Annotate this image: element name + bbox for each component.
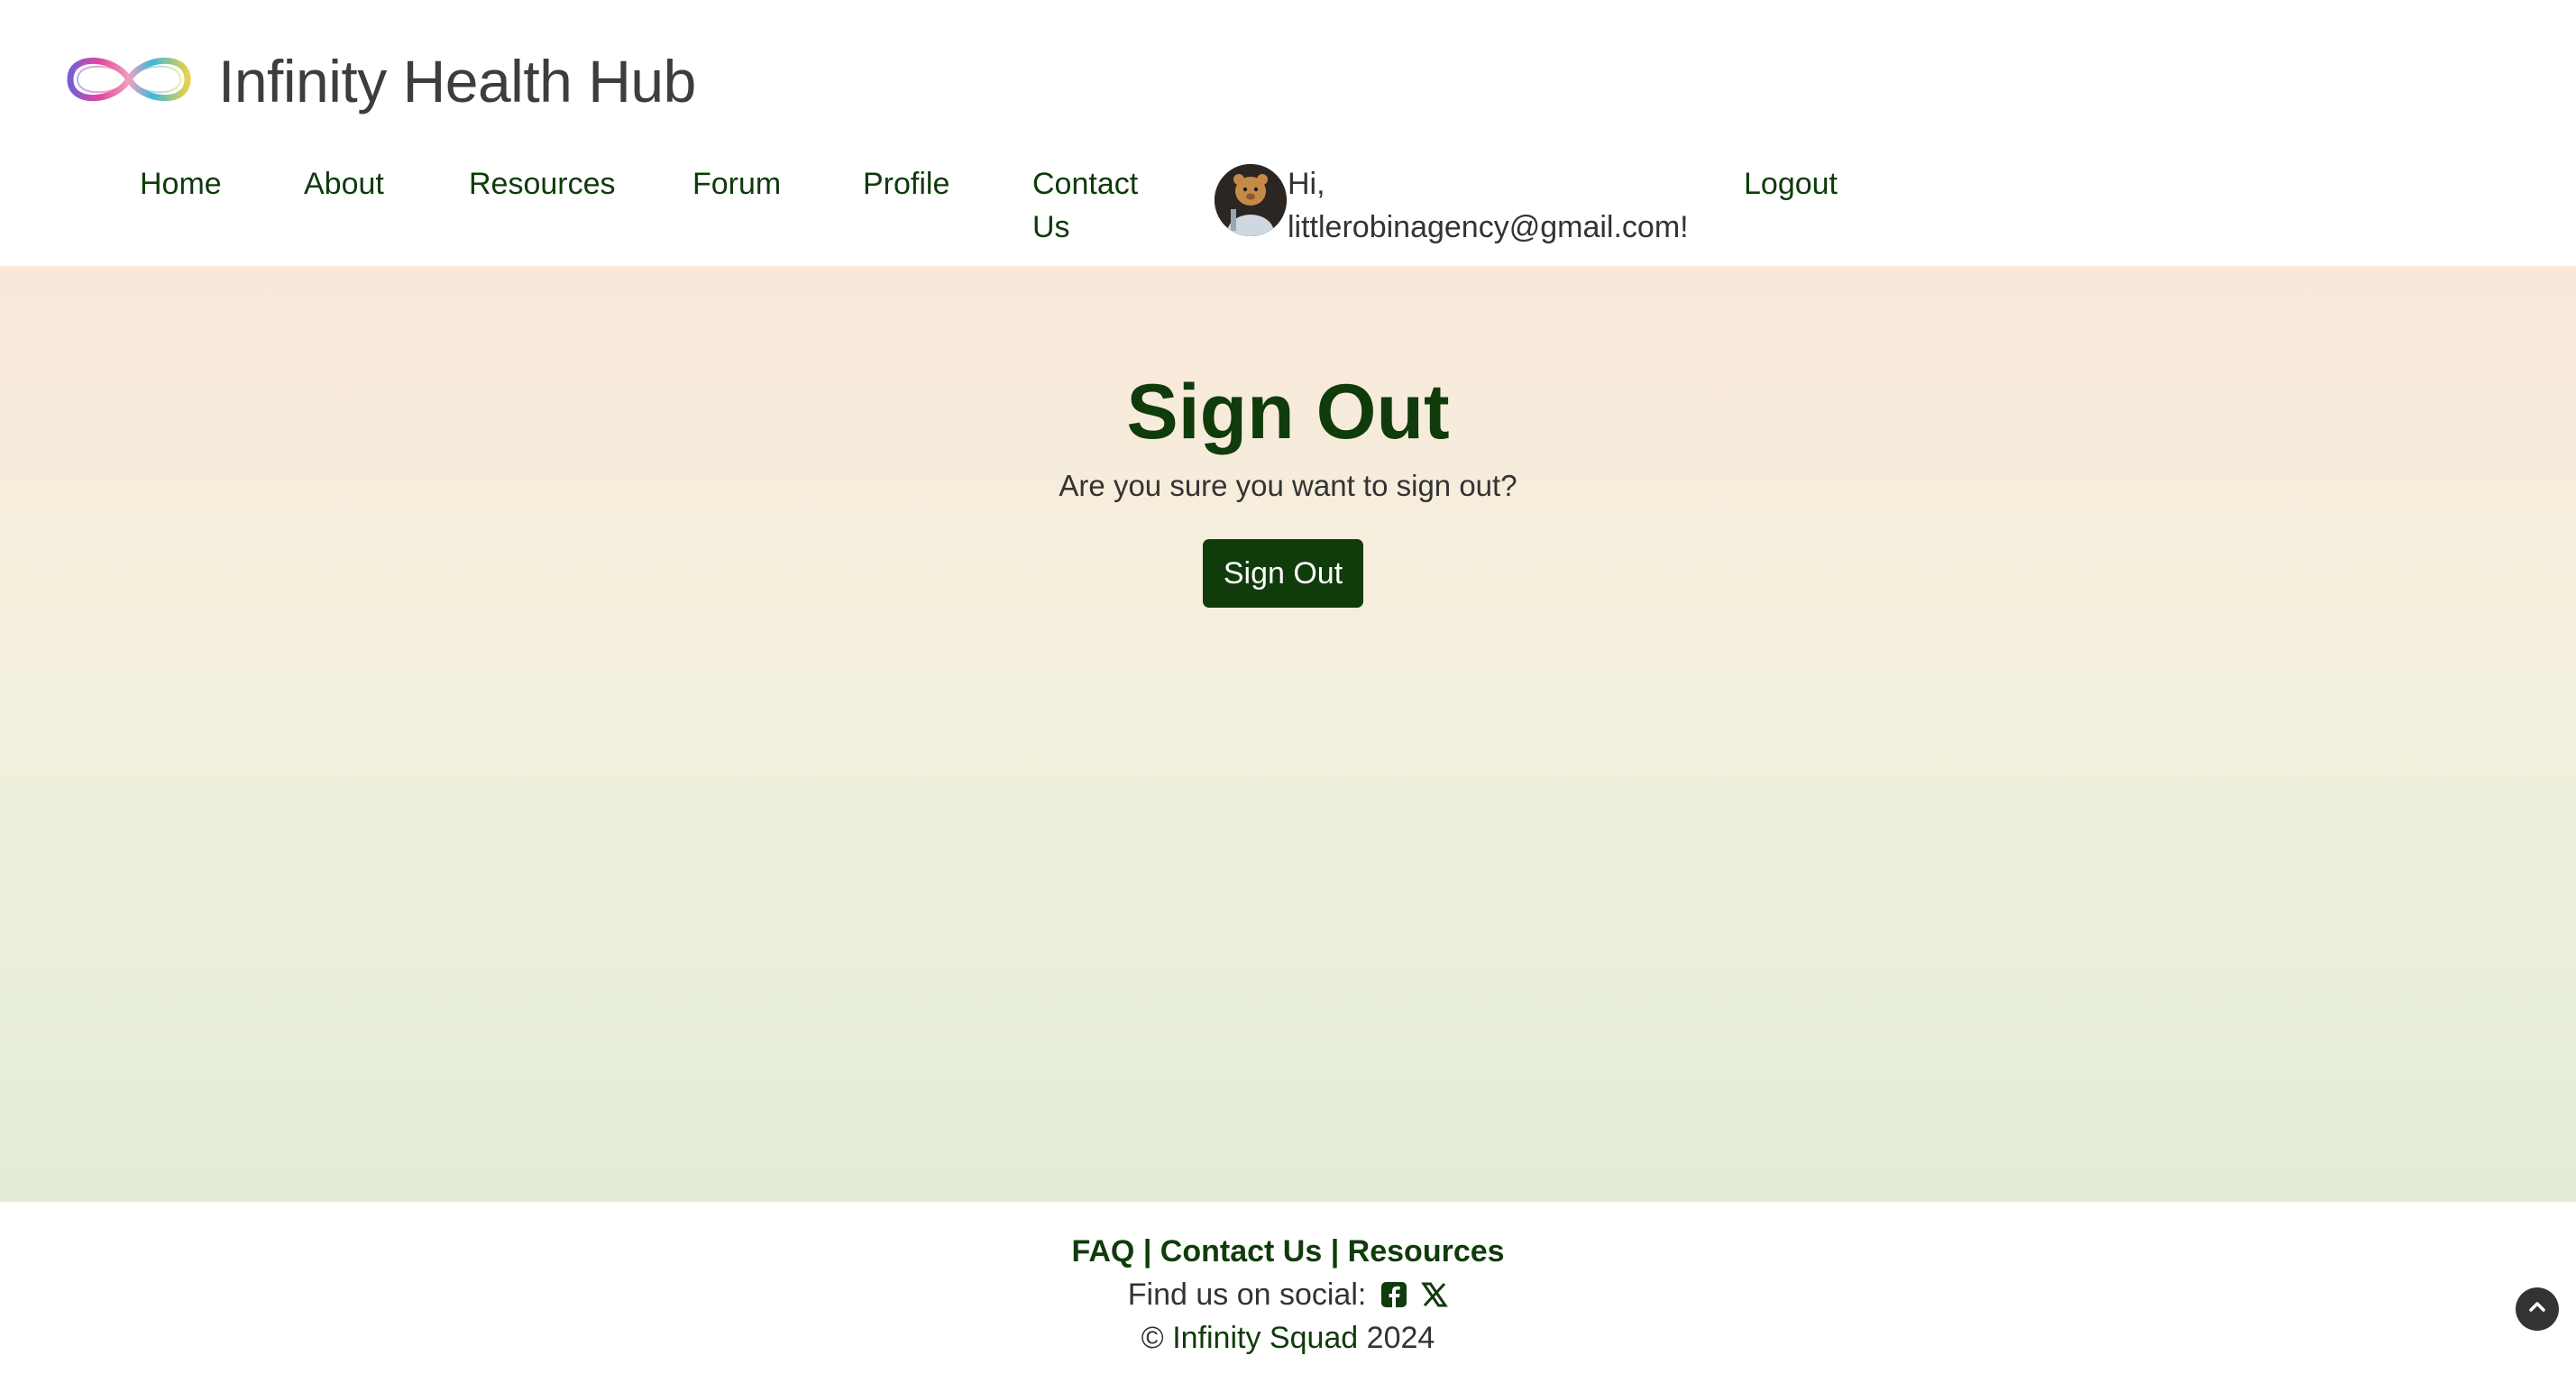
copyright-year: 2024 [1366, 1321, 1435, 1355]
footer-org-link[interactable]: Infinity Squad [1172, 1321, 1358, 1355]
signout-question: Are you sure you want to sign out? [1059, 469, 1517, 502]
nav-about[interactable]: About [304, 162, 384, 206]
x-icon[interactable] [1421, 1281, 1449, 1316]
footer-copyright: © Infinity Squad 2024 [0, 1321, 2576, 1356]
footer-links: FAQ | Contact Us | Resources [0, 1234, 2576, 1269]
facebook-icon[interactable] [1380, 1281, 1407, 1316]
nav-contact-line2: Us [1032, 210, 1070, 244]
main-content: Sign Out Are you sure you want to sign o… [0, 266, 2576, 1202]
sign-out-button[interactable]: Sign Out [1203, 539, 1363, 608]
copyright-symbol: © [1141, 1321, 1164, 1355]
scroll-to-top-button[interactable] [2516, 1287, 2559, 1331]
footer-separator: | [1142, 1234, 1152, 1269]
site-footer: FAQ | Contact Us | Resources Find us on … [0, 1202, 2576, 1374]
greeting-email: littlerobinagency@gmail.com! [1288, 210, 1689, 244]
user-avatar [1215, 164, 1287, 236]
page-title: Sign Out [1126, 369, 1450, 455]
footer-separator: | [1330, 1234, 1340, 1269]
infinity-logo-icon [61, 43, 197, 120]
nav-logout[interactable]: Logout [1744, 162, 1838, 206]
site-title[interactable]: Infinity Health Hub [218, 47, 696, 115]
footer-contact-link[interactable]: Contact Us [1160, 1234, 1322, 1269]
social-label: Find us on social: [1127, 1278, 1367, 1312]
footer-social: Find us on social: [0, 1278, 2576, 1316]
nav-contact-us[interactable]: Contact Us [1032, 162, 1138, 249]
nav-profile[interactable]: Profile [863, 162, 949, 206]
nav-home[interactable]: Home [140, 162, 222, 206]
footer-faq-link[interactable]: FAQ [1071, 1234, 1134, 1269]
nav-forum[interactable]: Forum [692, 162, 781, 206]
user-greeting: Hi, littlerobinagency@gmail.com! [1288, 162, 1689, 249]
site-header: Infinity Health Hub Home About Resources… [0, 0, 2576, 266]
nav-contact-line1: Contact [1032, 167, 1139, 201]
footer-resources-link[interactable]: Resources [1348, 1234, 1505, 1269]
chevron-up-icon [2526, 1296, 2548, 1323]
brand[interactable]: Infinity Health Hub [61, 36, 696, 126]
main-nav: Home About Resources Forum Profile Conta… [0, 162, 2576, 261]
nav-resources[interactable]: Resources [469, 162, 616, 206]
greeting-hi: Hi, [1288, 167, 1325, 201]
